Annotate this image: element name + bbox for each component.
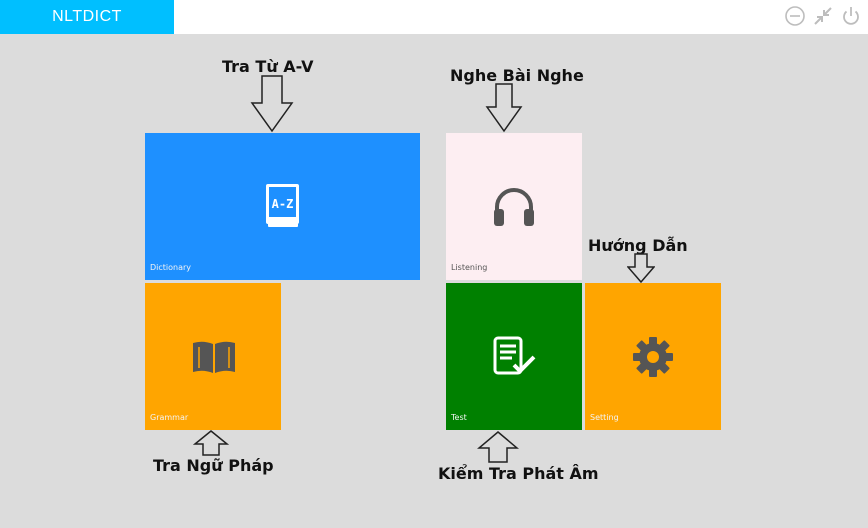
callout-test: Kiểm Tra Phát Âm (438, 464, 599, 483)
up-arrow-icon (477, 431, 519, 463)
open-book-icon (191, 339, 237, 380)
app-title: NLTDICT (0, 0, 174, 34)
setting-tile[interactable]: Setting (585, 283, 721, 430)
dictionary-label: Dictionary (150, 263, 192, 272)
dictionary-tile[interactable]: A-Z Dictionary (145, 133, 420, 280)
az-text: A-Z (272, 197, 294, 211)
down-arrow-icon (627, 253, 655, 283)
test-label: Test (451, 413, 467, 422)
down-arrow-icon (250, 75, 294, 133)
up-arrow-icon (193, 430, 229, 456)
headphones-icon (492, 185, 536, 232)
power-icon[interactable] (840, 5, 862, 27)
setting-label: Setting (590, 413, 619, 422)
listening-label: Listening (451, 263, 488, 272)
grammar-tile[interactable]: Grammar (145, 283, 281, 430)
callout-grammar: Tra Ngữ Pháp (153, 456, 274, 475)
minimize-icon[interactable] (784, 5, 806, 27)
grammar-label: Grammar (150, 413, 189, 422)
down-arrow-icon (485, 83, 523, 133)
checklist-icon (492, 335, 538, 384)
test-tile[interactable]: Test (446, 283, 582, 430)
a-z-dictionary-icon: A-Z (265, 183, 301, 234)
listening-tile[interactable]: Listening (446, 133, 582, 280)
collapse-icon[interactable] (812, 5, 834, 27)
callout-dictionary: Tra Từ A-V (222, 57, 314, 76)
gear-icon (632, 336, 674, 383)
title-bar: NLTDICT (0, 0, 868, 34)
